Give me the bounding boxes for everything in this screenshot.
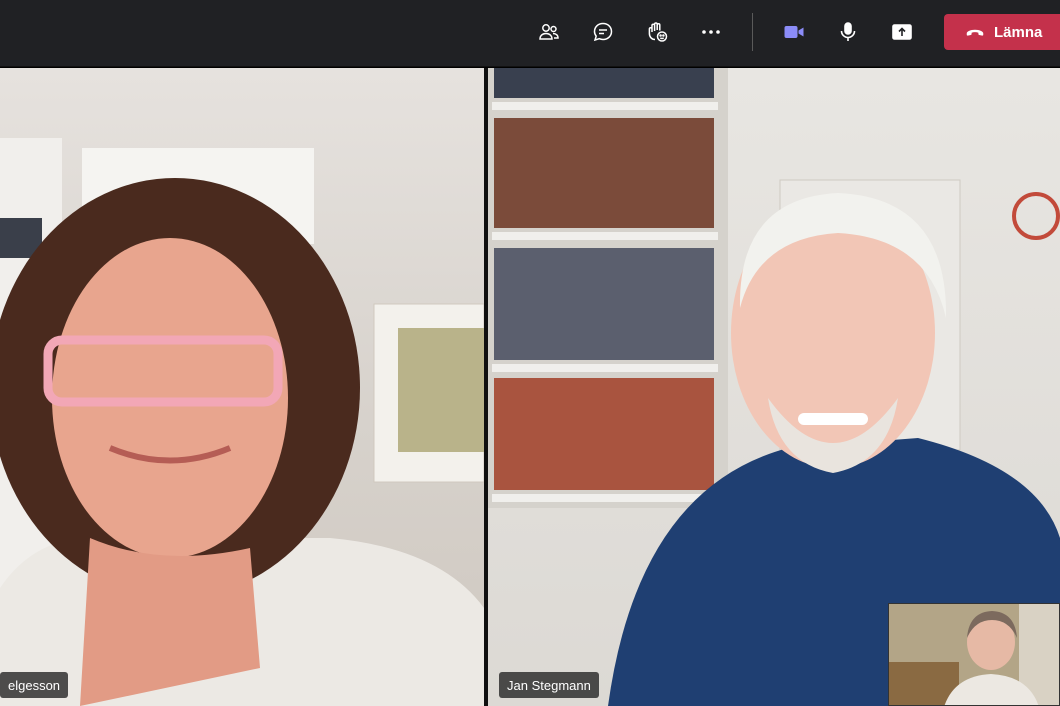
microphone-button[interactable] xyxy=(830,14,866,50)
meeting-toolbar: Lämna xyxy=(0,0,1060,67)
video-tile-participant-1[interactable]: elgesson xyxy=(0,68,484,706)
share-button[interactable] xyxy=(884,14,920,50)
participants-button[interactable] xyxy=(531,14,567,50)
participant-name: elgesson xyxy=(8,677,61,693)
participant-1-video xyxy=(0,138,484,706)
more-icon xyxy=(702,30,720,34)
chat-icon xyxy=(593,22,613,42)
participant-name-tag: Jan Stegmann xyxy=(499,672,599,698)
toolbar-divider xyxy=(752,13,753,51)
participants-icon xyxy=(539,24,559,40)
self-view-video[interactable] xyxy=(888,603,1060,706)
camera-icon xyxy=(784,26,804,38)
participant-name: Jan Stegmann xyxy=(507,677,591,693)
share-icon xyxy=(892,24,912,40)
reactions-button[interactable] xyxy=(639,14,675,50)
chat-button[interactable] xyxy=(585,14,621,50)
more-options-button[interactable] xyxy=(693,14,729,50)
participant-name-tag: elgesson xyxy=(0,672,69,698)
leave-label: Lämna xyxy=(994,23,1043,41)
self-view-image xyxy=(889,604,1059,705)
leave-button[interactable]: Lämna xyxy=(944,14,1060,50)
microphone-icon xyxy=(840,22,856,41)
hangup-icon xyxy=(966,29,984,36)
reactions-icon xyxy=(648,22,668,42)
camera-button[interactable] xyxy=(776,14,812,50)
